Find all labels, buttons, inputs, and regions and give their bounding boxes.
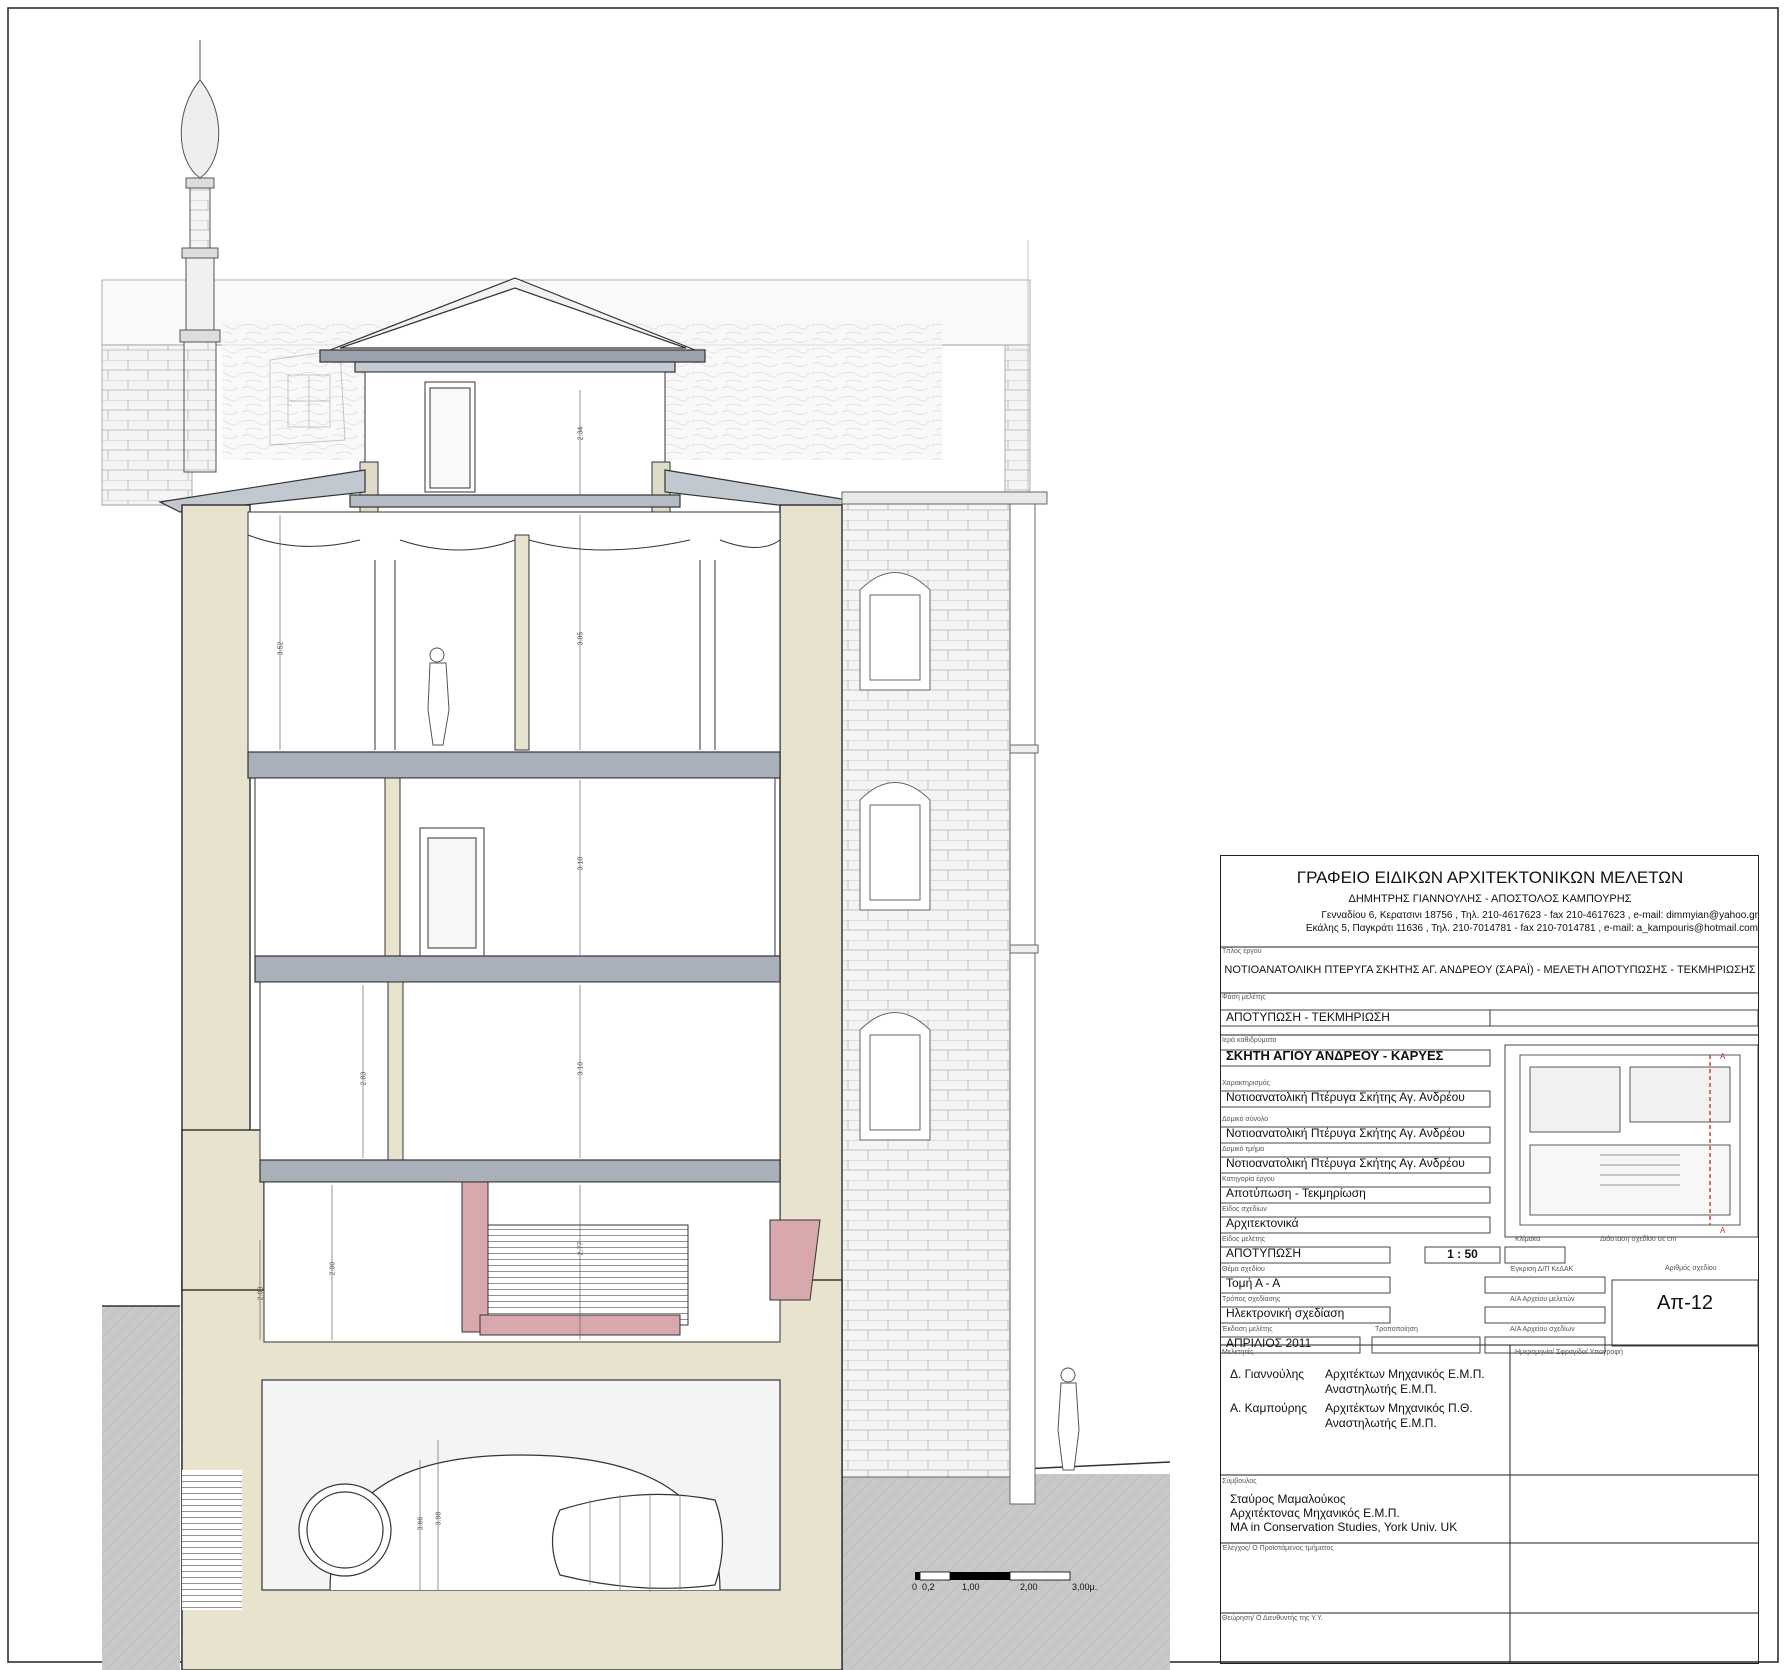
designer-1-line1: Αρχιτέκτων Μηχανικός Ε.Μ.Π. (1325, 1367, 1485, 1381)
title-value: ΝΟΤΙΟΑΝΑΤΟΛΙΚΗ ΠΤΕΡΥΓΑ ΣΚΗΤΗΣ ΑΓ. ΑΝΔΡΕΟ… (1224, 964, 1756, 976)
dimension-label: Διάσταση σχεδίου σε cm (1600, 1236, 1677, 1243)
revision-label: Τροποποίηση (1375, 1326, 1418, 1333)
character-value: Νοτιοανατολική Πτέρυγα Σκήτης Αγ. Ανδρέο… (1226, 1090, 1465, 1104)
edition-value: ΑΠΡΙΛΙΟΣ 2011 (1226, 1336, 1312, 1350)
part-value: Νοτιοανατολική Πτέρυγα Σκήτης Αγ. Ανδρέο… (1226, 1156, 1465, 1170)
dim-ground-small: 2.08 (257, 1286, 265, 1301)
drawing-sheet: 2.34 3.52 3.85 3.10 2.83 3.10 2.08 2.90 … (0, 0, 1786, 1670)
masonry-tower (841, 491, 1048, 1505)
consultant-name: Σταύρος Μαμαλούκος (1230, 1492, 1346, 1506)
designers-label: Μελετητές (1222, 1349, 1254, 1356)
drawing-type-value: Αρχιτεκτονικά (1226, 1216, 1299, 1230)
chimney (179, 40, 221, 473)
scale-tick-1: 1,00 (962, 1582, 980, 1592)
designer-1-name: Δ. Γιαννούλης (1230, 1367, 1305, 1381)
dim-floor1-left: 2.83 (360, 1071, 368, 1086)
consultant-line1: Αρχιτέκτονας Μηχανικός Ε.Μ.Π. (1230, 1506, 1400, 1520)
endorse-label: Θεώρηση/ Ο Διευθυντής της Υ.Υ. (1222, 1615, 1323, 1622)
check-label: Έλεγχος/ Ο Προϊστάμενος τμήματος (1222, 1545, 1334, 1552)
study-type-label: Είδος μελέτης (1222, 1236, 1266, 1243)
dim-floor1-right: 3.10 (577, 1061, 585, 1076)
subject-label: Θέμα σχεδίου (1222, 1266, 1265, 1273)
complex-value: Νοτιοανατολική Πτέρυγα Σκήτης Αγ. Ανδρέο… (1226, 1126, 1465, 1140)
slab-1 (259, 1159, 781, 1183)
category-label: Κατηγορία έργου (1222, 1176, 1275, 1183)
consultant-line2: MA in Conservation Studies, York Univ. U… (1230, 1520, 1458, 1534)
edition-label: Έκδοση μελέτης (1222, 1326, 1273, 1333)
floor-2 (254, 777, 776, 957)
subject-value: Τομή Α - Α (1226, 1276, 1281, 1290)
dim-basement-2: 3.66 (417, 1516, 425, 1531)
designer-2-line2: Αναστηλωτής Ε.Μ.Π. (1325, 1416, 1437, 1430)
dim-basement-1: 3.98 (435, 1511, 443, 1526)
office-partners: ΔΗΜΗΤΡΗΣ ΓΙΑΝΝΟΥΛΗΣ - ΑΠΟΣΤΟΛΟΣ ΚΑΜΠΟΥΡΗ… (1348, 893, 1632, 905)
dim-ground-left: 2.90 (329, 1261, 337, 1276)
attic-room (359, 371, 671, 513)
keyplan-marker-bottom: Α (1720, 1226, 1726, 1235)
archive-drawings-label: Α/Α Αρχείου σχεδίων (1510, 1326, 1575, 1333)
floor-1 (259, 981, 781, 1161)
dim-floor3-left: 3.52 (277, 641, 285, 656)
approval-label: Έγκριση Δ/Π ΚεΔΑΚ (1510, 1266, 1574, 1273)
scale-tick-2: 2,00 (1020, 1582, 1038, 1592)
slab-2 (254, 955, 781, 983)
scale-tick-02: 0,2 (922, 1582, 935, 1592)
designer-2-line1: Αρχιτέκτων Μηχανικός Π.Θ. (1325, 1401, 1473, 1415)
dim-ground-right: 2.77 (577, 1241, 585, 1256)
scale-value: 1 : 50 (1447, 1247, 1478, 1261)
dim-floor2: 3.10 (577, 856, 585, 871)
office-address-2: Εκάλης 5, Παγκράτι 11636 , Τηλ. 210-7014… (1305, 923, 1758, 934)
study-type-value: ΑΠΟΤΥΠΩΣΗ (1226, 1246, 1302, 1260)
signature-label: Ημερομηνία/ Σφραγίδα/ Υπογραφή (1515, 1349, 1623, 1356)
monument-label: Ιερά καθιδρύματα (1222, 1037, 1277, 1044)
designer-1-line2: Αναστηλωτής Ε.Μ.Π. (1325, 1382, 1437, 1396)
method-value: Ηλεκτρονική σχεδίαση (1226, 1306, 1345, 1320)
method-label: Τρόπος σχεδίασης (1222, 1296, 1281, 1303)
drawing-type-label: Είδος σχεδίων (1222, 1206, 1267, 1213)
designer-2-name: Α. Καμπούρης (1230, 1401, 1308, 1415)
category-value: Αποτύπωση - Τεκμηρίωση (1226, 1186, 1366, 1200)
dim-floor3-right: 3.85 (577, 631, 585, 646)
monument-value: ΣΚΗΤΗ ΑΓΙΟΥ ΑΝΔΡΕΟΥ - ΚΑΡΥΕΣ (1226, 1048, 1444, 1063)
scale-tick-0: 0 (912, 1582, 918, 1592)
floor-3 (247, 511, 781, 753)
drawing-no-value: Απ-12 (1656, 1292, 1714, 1314)
key-plan (1519, 1054, 1741, 1226)
complex-label: Δομικό σύνολο (1222, 1116, 1269, 1123)
title-label: Τίτλος έργου (1222, 948, 1262, 955)
consultant-label: Σύμβουλος (1222, 1478, 1257, 1485)
archive-studies-label: Α/Α Αρχείου μελετών (1510, 1296, 1575, 1303)
part-label: Δομικό τμήμα (1222, 1146, 1265, 1153)
character-label: Χαρακτηρισμός (1222, 1080, 1271, 1087)
office-name: ΓΡΑΦΕΙΟ ΕΙΔΙΚΩΝ ΑΡΧΙΤΕΚΤΟΝΙΚΩΝ ΜΕΛΕΤΩΝ (1296, 868, 1684, 887)
slab-3 (247, 751, 781, 779)
scale-label: Κλίμακα (1515, 1236, 1541, 1243)
office-address-1: Γενναδίου 6, Κερατσινι 18756 , Τηλ. 210-… (1321, 910, 1758, 921)
basement-vault (182, 1379, 781, 1610)
drawing-no-label: Αριθμός σχεδίου (1665, 1265, 1717, 1272)
phase-label: Φάση μελέτης (1222, 994, 1266, 1001)
dim-attic: 2.34 (577, 426, 585, 441)
ground-floor (263, 1181, 821, 1343)
keyplan-marker-top: Α (1720, 1052, 1726, 1061)
scale-tick-3: 3,00μ. (1072, 1582, 1098, 1592)
phase-value: ΑΠΟΤΥΠΩΣΗ - ΤΕΚΜΗΡΙΩΣΗ (1226, 1010, 1390, 1024)
